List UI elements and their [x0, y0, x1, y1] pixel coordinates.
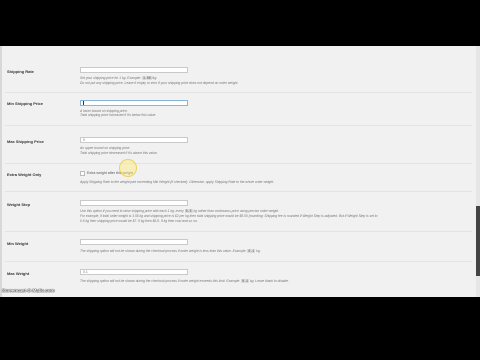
divider: [5, 125, 472, 126]
shipping-rate-code: 1.00: [141, 76, 152, 80]
extra-weight-only-checkbox[interactable]: [80, 171, 85, 176]
divider: [5, 92, 472, 93]
max-shipping-price-input[interactable]: 0: [80, 137, 188, 143]
min-weight-desc: The shipping option will not be shown du…: [80, 249, 261, 253]
shipping-rate-desc-1: Set your shipping price for 1 kg. Exampl…: [80, 76, 158, 80]
max-weight-code: 0.1: [241, 279, 250, 283]
weight-step-input[interactable]: [80, 200, 188, 206]
extra-weight-only-desc: Apply Shipping Rate to the weight part e…: [80, 180, 275, 184]
shipping-rate-label: Shipping Rate: [7, 69, 34, 74]
weight-step-label: Weight Step: [7, 202, 31, 207]
left-edge: [0, 46, 2, 297]
max-weight-desc: The shipping option will not be shown du…: [80, 279, 289, 283]
divider: [5, 163, 472, 164]
min-weight-input[interactable]: [80, 239, 188, 245]
max-shipping-price-desc-1: An upper bound on shipping price.: [80, 146, 131, 150]
weight-step-code: 0.5: [184, 209, 193, 213]
max-weight-label: Max Weight: [7, 271, 30, 276]
screen: Shipping Rate Set your shipping price fo…: [0, 46, 480, 297]
mouse-cursor-highlight: [119, 159, 137, 177]
divider: [5, 261, 472, 262]
shipping-rate-input[interactable]: [80, 67, 188, 73]
max-weight-input[interactable]: 0.1: [80, 269, 188, 275]
scrollbar-thumb[interactable]: [476, 206, 480, 276]
min-weight-label: Min Weight: [7, 241, 29, 246]
min-shipping-price-input[interactable]: [80, 100, 188, 106]
max-shipping-price-desc-2: Total shipping price decreased if it's a…: [80, 151, 158, 155]
scrollbar[interactable]: [476, 46, 480, 297]
shipping-rate-desc-2: Do not put any shipping price. Leave it …: [80, 81, 239, 85]
min-shipping-price-desc-2: Total shipping price increased if it's b…: [80, 113, 157, 117]
divider: [5, 231, 472, 232]
min-shipping-price-label: Min Shipping Price: [7, 101, 44, 106]
weight-step-desc-1: Use this option if you need to raise shi…: [80, 209, 280, 213]
extra-weight-only-label: Extra Weight Only: [7, 172, 42, 177]
max-shipping-price-label: Max Shipping Price: [7, 139, 44, 144]
weight-step-desc-2: For example, if total order weight is 3.…: [80, 214, 378, 218]
text-caret: [83, 101, 84, 105]
recorder-watermark: Screencast-O-Matic.com: [2, 288, 55, 293]
weight-step-desc-3: 0.5 kg then shipping price would be $7. …: [80, 219, 198, 223]
divider: [5, 191, 472, 192]
